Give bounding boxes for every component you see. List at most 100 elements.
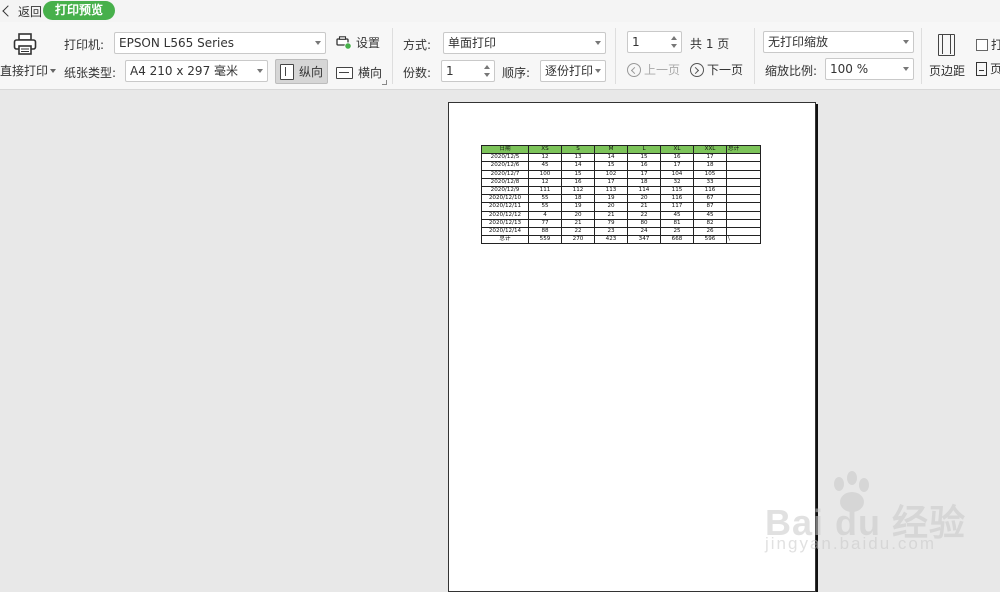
date-cell: 2020/12/11	[481, 202, 529, 212]
value-cell: 18	[561, 194, 595, 204]
back-button[interactable]: 返回	[0, 2, 42, 20]
table-row: 2020/12/10 55 18 19 20 116 67	[481, 194, 761, 204]
print-mode-value: 单面打印	[448, 36, 497, 50]
copies-stepper[interactable]: 1	[441, 60, 495, 82]
portrait-button[interactable]: 纵向	[275, 59, 329, 84]
stepper-down-icon[interactable]	[484, 73, 490, 77]
value-cell: 423	[594, 235, 628, 245]
print-order-select[interactable]: 逐份打印	[540, 60, 606, 82]
print-ribbon: 直接打印 打印机: EPSON L565 Series 纸张类型: A4 210…	[0, 22, 1000, 90]
value-cell: 20	[594, 202, 628, 212]
dropdown-arrow-icon	[903, 40, 909, 44]
arrow-left-circle-icon	[627, 62, 641, 77]
header-cell: S	[561, 144, 595, 155]
value-cell: 20	[561, 210, 595, 220]
printer-icon[interactable]	[13, 33, 37, 55]
value-cell: 13	[561, 153, 595, 163]
value-cell: 559	[528, 235, 562, 245]
print-scaling-value: 无打印缩放	[768, 35, 829, 49]
total-pages-text: 共 1 页	[690, 37, 730, 51]
settings-label: 设置	[356, 36, 381, 50]
margins-icon-button[interactable]	[938, 34, 955, 56]
value-cell: 67	[693, 194, 727, 204]
table-row: 2020/12/5 12 13 14 15 16 17	[481, 153, 761, 163]
table-header-row: 日期 XS S M L XL XXL 总计	[481, 144, 761, 155]
value-cell: 87	[693, 202, 727, 212]
prev-page-button[interactable]: 上一页	[627, 61, 680, 78]
value-cell	[726, 210, 761, 220]
value-cell: 22	[627, 210, 661, 220]
value-cell: 4	[528, 210, 562, 220]
date-cell: 2020/12/10	[481, 194, 529, 204]
back-label: 返回	[18, 4, 43, 19]
stepper-up-icon[interactable]	[671, 36, 677, 40]
value-cell: 19	[561, 202, 595, 212]
value-cell	[726, 194, 761, 204]
settings-button[interactable]: 设置	[336, 34, 380, 51]
direct-print-button[interactable]: 直接打印	[0, 62, 57, 79]
value-cell: 347	[627, 235, 661, 245]
table-row: 2020/12/13 77 21 79 80 81 82	[481, 218, 761, 228]
direct-print-label: 直接打印	[0, 64, 49, 78]
print-mode-select[interactable]: 单面打印	[443, 32, 606, 54]
value-cell: 668	[660, 235, 694, 245]
page-number-stepper[interactable]: 1	[627, 31, 682, 53]
value-cell	[726, 218, 761, 228]
baidu-watermark: Bai du 经验 jingyan.baidu.com	[765, 470, 995, 570]
landscape-icon	[336, 66, 353, 79]
print-option-checkbox[interactable]: 打	[976, 36, 1000, 53]
page-number-value: 1	[632, 35, 640, 49]
value-cell: 24	[627, 226, 661, 237]
table-row: 2020/12/9 111 112 113 114 115 116	[481, 185, 761, 196]
preview-page: 日期 XS S M L XL XXL 总计 2020/12/5 12 13 14 15 1…	[448, 102, 816, 592]
value-cell: 17	[594, 177, 628, 187]
value-cell: 114	[627, 185, 661, 196]
arrow-right-circle-icon	[690, 62, 704, 77]
landscape-label: 横向	[358, 66, 383, 80]
value-cell: \	[726, 235, 761, 245]
value-cell: 79	[594, 218, 628, 228]
copies-label: 份数:	[403, 66, 432, 80]
value-cell	[726, 161, 761, 171]
value-cell: 82	[693, 218, 727, 228]
printer-select[interactable]: EPSON L565 Series	[114, 32, 326, 54]
value-cell: 116	[660, 194, 694, 204]
value-cell: 17	[693, 153, 727, 163]
table-row: 2020/12/11 55 19 20 21 117 87	[481, 202, 761, 212]
value-cell: 17	[627, 169, 661, 179]
date-cell: 2020/12/14	[481, 226, 529, 237]
value-cell: 113	[594, 185, 628, 196]
paper-type-select[interactable]: A4 210 x 297 毫米	[125, 60, 268, 82]
landscape-button[interactable]: 横向	[336, 64, 382, 81]
header-cell: 总计	[726, 144, 761, 155]
next-page-button[interactable]: 下一页	[690, 61, 743, 78]
value-cell: 15	[627, 153, 661, 163]
order-label: 顺序:	[502, 66, 531, 80]
value-cell: 15	[594, 161, 628, 171]
tab-print-preview[interactable]: 打印预览	[43, 1, 116, 20]
zoom-select[interactable]: 100 %	[825, 58, 914, 80]
dropdown-caret-icon	[50, 68, 57, 73]
print-scaling-select[interactable]: 无打印缩放	[763, 31, 914, 53]
value-cell: 33	[693, 177, 727, 187]
page-option-button[interactable]: 页	[976, 60, 1000, 77]
dropdown-arrow-icon	[315, 41, 321, 45]
spreadsheet-table: 日期 XS S M L XL XXL 总计 2020/12/5 12 13 14 15 1…	[481, 144, 761, 245]
value-cell: 88	[528, 226, 562, 237]
stepper-up-icon[interactable]	[484, 65, 490, 69]
paper-type-label: 纸张类型:	[64, 66, 117, 80]
value-cell: 105	[693, 169, 727, 179]
value-cell	[726, 169, 761, 179]
value-cell: 45	[660, 210, 694, 220]
next-page-label: 下一页	[707, 63, 744, 77]
value-cell: 112	[561, 185, 595, 196]
page-margins-icon	[938, 34, 955, 56]
margins-label[interactable]: 页边距	[929, 62, 965, 79]
dropdown-arrow-icon	[595, 41, 601, 45]
group-expand-icon[interactable]	[382, 80, 387, 85]
divider	[921, 28, 922, 84]
value-cell: 45	[528, 161, 562, 171]
stepper-down-icon[interactable]	[671, 44, 677, 48]
value-cell: 19	[594, 194, 628, 204]
page-option-label: 页	[990, 62, 1000, 76]
